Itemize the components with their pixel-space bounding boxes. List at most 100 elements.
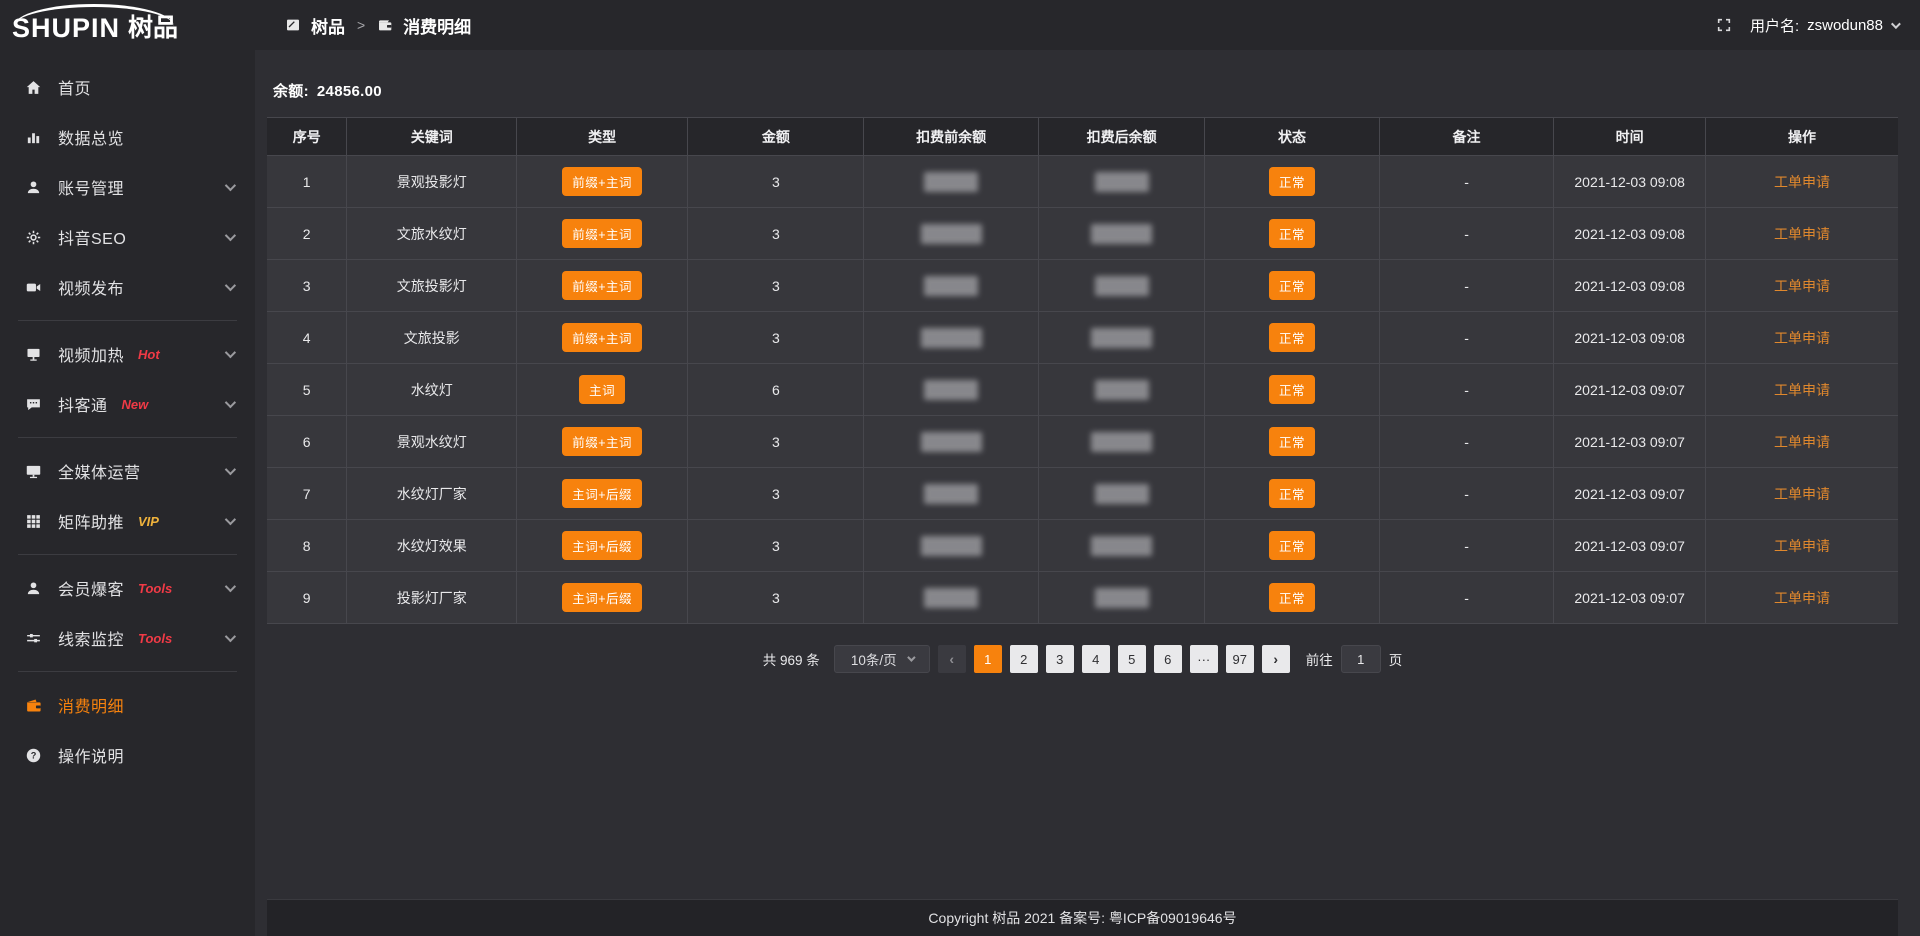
user-menu[interactable]: 用户名: zswodun88 xyxy=(1750,15,1898,36)
balance-row: 余额:24856.00 xyxy=(273,80,1898,101)
row-index: 9 xyxy=(267,572,347,624)
balance-after-cell xyxy=(1038,468,1204,520)
time-cell: 2021-12-03 09:07 xyxy=(1554,572,1706,624)
amount-cell: 3 xyxy=(688,572,864,624)
work-order-link[interactable]: 工单申请 xyxy=(1774,330,1830,346)
next-page-button[interactable]: › xyxy=(1262,645,1290,673)
column-header: 操作 xyxy=(1705,118,1898,156)
column-header: 序号 xyxy=(267,118,347,156)
amount-cell: 3 xyxy=(688,416,864,468)
column-header: 金额 xyxy=(688,118,864,156)
sidebar-item-数据总览[interactable]: 数据总览 xyxy=(0,112,255,162)
work-order-link[interactable]: 工单申请 xyxy=(1774,434,1830,450)
breadcrumb-current: 消费明细 xyxy=(403,13,471,38)
remark-cell: - xyxy=(1379,572,1554,624)
work-order-link[interactable]: 工单申请 xyxy=(1774,174,1830,190)
sidebar-item-badge: Tools xyxy=(138,631,172,646)
sidebar-item-全媒体运营[interactable]: 全媒体运营 xyxy=(0,446,255,496)
table-header-row: 序号关键词类型金额扣费前余额扣费后余额状态备注时间操作 xyxy=(267,118,1898,156)
balance-after-cell xyxy=(1038,260,1204,312)
gear-icon xyxy=(24,228,42,246)
work-order-link[interactable]: 工单申请 xyxy=(1774,590,1830,606)
keyword-cell: 文旅投影灯 xyxy=(347,260,517,312)
balance-before-redacted xyxy=(924,484,978,504)
fullscreen-icon[interactable] xyxy=(1716,17,1732,33)
row-index: 6 xyxy=(267,416,347,468)
sidebar-item-会员爆客[interactable]: 会员爆客Tools xyxy=(0,563,255,613)
page-ellipsis-button[interactable]: ··· xyxy=(1190,645,1218,673)
table-row: 1景观投影灯前缀+主词3正常-2021-12-03 09:08工单申请 xyxy=(267,156,1898,208)
type-badge: 主词+后缀 xyxy=(517,572,688,624)
breadcrumb-root[interactable]: 树品 xyxy=(311,13,345,38)
balance-before-cell xyxy=(864,208,1039,260)
type-badge: 主词 xyxy=(579,375,625,404)
sidebar-item-label: 抖音SEO xyxy=(58,225,126,249)
pagination: 共 969 条 10条/页 ‹ 123456···97 › 前往 页 xyxy=(267,645,1898,673)
status-badge: 正常 xyxy=(1269,583,1315,612)
row-index: 1 xyxy=(267,156,347,208)
status-badge: 正常 xyxy=(1269,323,1315,352)
page-size-value: 10条/页 xyxy=(851,649,897,669)
chevron-down-icon xyxy=(225,347,236,358)
status-badge: 正常 xyxy=(1269,375,1315,404)
page-button-3[interactable]: 3 xyxy=(1046,645,1074,673)
sidebar-item-抖客通[interactable]: 抖客通New xyxy=(0,379,255,429)
work-order-link[interactable]: 工单申请 xyxy=(1774,382,1830,398)
table-row: 2文旅水纹灯前缀+主词3正常-2021-12-03 09:08工单申请 xyxy=(267,208,1898,260)
page-button-97[interactable]: 97 xyxy=(1226,645,1254,673)
column-header: 时间 xyxy=(1554,118,1706,156)
work-order-link[interactable]: 工单申请 xyxy=(1774,226,1830,242)
sidebar-item-消费明细[interactable]: 消费明细 xyxy=(0,680,255,730)
prev-page-button[interactable]: ‹ xyxy=(938,645,966,673)
balance-after-cell xyxy=(1038,416,1204,468)
page-button-4[interactable]: 4 xyxy=(1082,645,1110,673)
username-label: 用户名: xyxy=(1750,15,1799,36)
sidebar-item-视频发布[interactable]: 视频发布 xyxy=(0,262,255,312)
sidebar-item-矩阵助推[interactable]: 矩阵助推VIP xyxy=(0,496,255,546)
sidebar: SHUPIN 树品 首页数据总览账号管理抖音SEO视频发布视频加热Hot抖客通N… xyxy=(0,0,255,936)
goto-label: 前往 xyxy=(1306,649,1333,669)
remark-cell: - xyxy=(1379,208,1554,260)
status-badge: 正常 xyxy=(1205,312,1380,364)
copyright-text: Copyright 树品 2021 备案号: 粤ICP备09019646号 xyxy=(928,908,1236,928)
sidebar-item-首页[interactable]: 首页 xyxy=(0,62,255,112)
work-order-link[interactable]: 工单申请 xyxy=(1774,486,1830,502)
page-button-2[interactable]: 2 xyxy=(1010,645,1038,673)
page-button-1[interactable]: 1 xyxy=(974,645,1002,673)
status-badge: 正常 xyxy=(1205,364,1380,416)
wallet-icon xyxy=(377,17,393,33)
sidebar-item-账号管理[interactable]: 账号管理 xyxy=(0,162,255,212)
sidebar-item-线索监控[interactable]: 线索监控Tools xyxy=(0,613,255,663)
type-badge: 主词+后缀 xyxy=(562,531,642,560)
status-badge: 正常 xyxy=(1205,572,1380,624)
row-index: 2 xyxy=(267,208,347,260)
question-circle-icon: ? xyxy=(24,746,42,764)
menu-divider xyxy=(18,437,237,438)
page-button-6[interactable]: 6 xyxy=(1154,645,1182,673)
balance-value: 24856.00 xyxy=(317,83,382,100)
home-icon xyxy=(24,78,42,96)
sidebar-item-label: 会员爆客 xyxy=(58,576,124,600)
video-camera-icon xyxy=(24,278,42,296)
status-badge: 正常 xyxy=(1205,208,1380,260)
sidebar-item-操作说明[interactable]: ?操作说明 xyxy=(0,730,255,780)
sidebar-item-抖音SEO[interactable]: 抖音SEO xyxy=(0,212,255,262)
work-order-link[interactable]: 工单申请 xyxy=(1774,538,1830,554)
sidebar-item-视频加热[interactable]: 视频加热Hot xyxy=(0,329,255,379)
goto-suffix: 页 xyxy=(1389,649,1403,669)
balance-before-cell xyxy=(864,572,1039,624)
balance-after-redacted xyxy=(1095,484,1149,504)
breadcrumb: 树品 > 消费明细 xyxy=(285,13,471,38)
table-row: 3文旅投影灯前缀+主词3正常-2021-12-03 09:08工单申请 xyxy=(267,260,1898,312)
work-order-link[interactable]: 工单申请 xyxy=(1774,278,1830,294)
bar-chart-icon xyxy=(24,128,42,146)
page-size-select[interactable]: 10条/页 xyxy=(834,645,930,673)
row-index: 8 xyxy=(267,520,347,572)
remark-cell: - xyxy=(1379,468,1554,520)
goto-page-input[interactable] xyxy=(1341,645,1381,673)
status-badge: 正常 xyxy=(1269,427,1315,456)
type-badge: 前缀+主词 xyxy=(517,208,688,260)
page-button-5[interactable]: 5 xyxy=(1118,645,1146,673)
table-row: 8水纹灯效果主词+后缀3正常-2021-12-03 09:07工单申请 xyxy=(267,520,1898,572)
balance-after-cell xyxy=(1038,156,1204,208)
